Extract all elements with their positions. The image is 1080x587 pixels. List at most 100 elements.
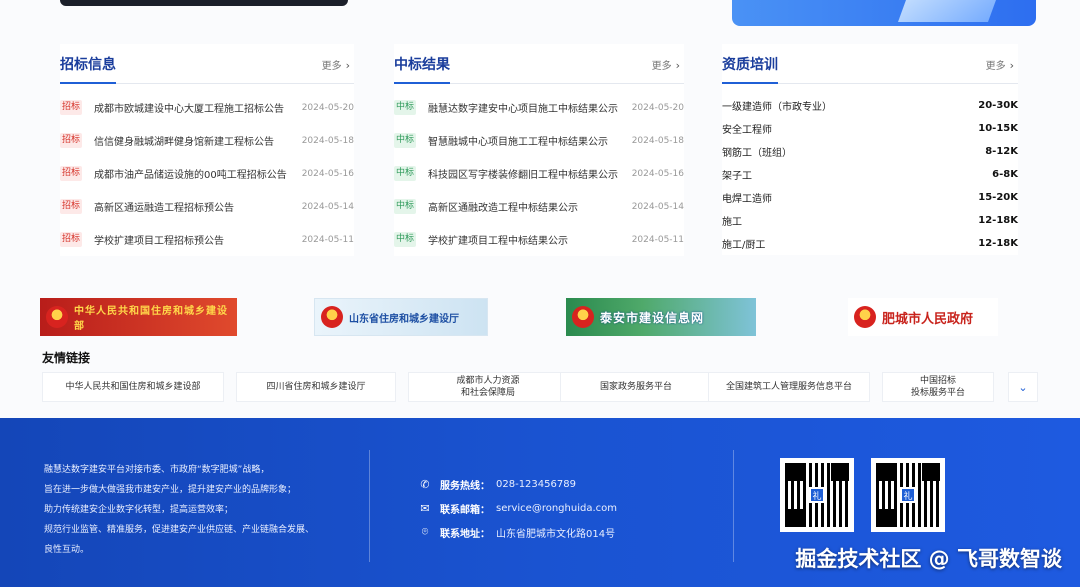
- address-value: 山东省肥城市文化路014号: [496, 528, 616, 540]
- bidding-header: 招标信息 更多 ›: [60, 44, 354, 84]
- qr-center-logo-icon: 礼: [900, 487, 916, 503]
- news-title[interactable]: 融慧达数字建安中心项目施工中标结果公示: [428, 100, 624, 115]
- news-row[interactable]: 招标 学校扩建项目工程招标预公告 2024-05-11: [60, 223, 354, 256]
- address-label: 联系地址：: [440, 528, 490, 540]
- chevron-right-icon: ›: [345, 59, 350, 72]
- job-salary: 12-18K: [978, 215, 1018, 226]
- job-salary: 20-30K: [978, 100, 1018, 111]
- news-title[interactable]: 高新区通运融造工程招标预公告: [94, 199, 294, 214]
- job-name: 电焊工造师: [722, 194, 772, 205]
- news-date: 2024-05-18: [301, 135, 354, 146]
- news-row[interactable]: 中标 智慧融城中心项目施工工程中标结果公示 2024-05-18: [394, 124, 684, 157]
- results-header: 中标结果 更多 ›: [394, 44, 684, 84]
- national-emblem-icon: [46, 306, 68, 328]
- news-row[interactable]: 中标 学校扩建项目工程中标结果公示 2024-05-11: [394, 223, 684, 256]
- top-dark-banner[interactable]: [60, 0, 348, 6]
- type-tag: 招标: [60, 133, 82, 148]
- training-panel: 资质培训 更多 › 一级建造师（市政专业） 20-30K 安全工程师 10-15K 钢筋工…: [722, 44, 1018, 255]
- news-title[interactable]: 高新区通融改造工程中标结果公示: [428, 199, 624, 214]
- friend-link[interactable]: 中华人民共和国住房和城乡建设部: [42, 372, 224, 402]
- partner-logo-strip: 中华人民共和国住房和城乡建设部 山东省住房和城乡建设厅 泰安市建设信息网 肥城市…: [40, 298, 1040, 338]
- logo-ministry-housing[interactable]: 中华人民共和国住房和城乡建设部: [40, 298, 237, 336]
- job-salary: 12-18K: [978, 238, 1018, 249]
- national-emblem-icon: [572, 306, 594, 328]
- news-row[interactable]: 招标 成都市欧城建设中心大厦工程施工招标公告 2024-05-20: [60, 91, 354, 124]
- footer-intro: 融慧达数字建安平台对接市委、市政府“数字肥城”战略， 旨在进一步做大做强我市建安产…: [44, 460, 344, 560]
- cube-graphic: [897, 0, 997, 22]
- footer-intro-line: 助力传统建安企业数字化转型，提高运营效率；: [44, 505, 234, 515]
- job-salary: 8-12K: [985, 146, 1018, 157]
- friend-link[interactable]: 成都市人力资源 和社会保障局: [408, 372, 568, 402]
- news-title[interactable]: 智慧融城中心项目施工工程中标结果公示: [428, 133, 624, 148]
- training-row[interactable]: 架子工 6-8K: [722, 163, 1018, 186]
- news-row[interactable]: 招标 信信健身融城湖畔健身馆新建工程标公告 2024-05-18: [60, 124, 354, 157]
- friend-link[interactable]: 全国建筑工人管理服务信息平台: [708, 372, 870, 402]
- friend-link[interactable]: 国家政务服务平台: [560, 372, 712, 402]
- job-name: 施工: [722, 217, 742, 228]
- type-tag: 中标: [394, 232, 416, 247]
- footer-intro-line: 融慧达数字建安平台对接市委、市政府“数字肥城”战略，: [44, 465, 270, 475]
- friend-links-expand-button[interactable]: ⌄: [1008, 372, 1038, 402]
- job-name: 钢筋工（班组）: [722, 148, 792, 159]
- training-more-link[interactable]: 更多 ›: [986, 57, 1014, 72]
- logo-ministry-housing-text: 中华人民共和国住房和城乡建设部: [74, 306, 228, 332]
- top-strip: [0, 0, 1080, 36]
- friend-link[interactable]: 中国招标 投标服务平台: [882, 372, 994, 402]
- friend-link[interactable]: 四川省住房和城乡建设厅: [236, 372, 396, 402]
- news-title[interactable]: 学校扩建项目工程中标结果公示: [428, 232, 624, 247]
- training-row[interactable]: 安全工程师 10-15K: [722, 117, 1018, 140]
- news-title[interactable]: 成都市油产品储运设施的00吨工程招标公告: [94, 166, 294, 181]
- training-row[interactable]: 电焊工造师 15-20K: [722, 186, 1018, 209]
- job-name: 安全工程师: [722, 125, 772, 136]
- top-promo-banner[interactable]: [732, 0, 1036, 26]
- news-row[interactable]: 招标 高新区通运融造工程招标预公告 2024-05-14: [60, 190, 354, 223]
- news-row[interactable]: 中标 融慧达数字建安中心项目施工中标结果公示 2024-05-20: [394, 91, 684, 124]
- news-row[interactable]: 中标 高新区通融改造工程中标结果公示 2024-05-14: [394, 190, 684, 223]
- news-date: 2024-05-14: [631, 201, 684, 212]
- news-title[interactable]: 成都市欧城建设中心大厦工程施工招标公告: [94, 100, 294, 115]
- watermark-text: 掘金技术社区 @ 飞哥数智谈: [795, 547, 1062, 571]
- training-row[interactable]: 一级建造师（市政专业） 20-30K: [722, 94, 1018, 117]
- phone-icon: ✆: [420, 477, 430, 491]
- news-date: 2024-05-16: [631, 168, 684, 179]
- logo-taian-construction[interactable]: 泰安市建设信息网: [566, 298, 756, 336]
- logo-shandong-housing[interactable]: 山东省住房和城乡建设厅: [314, 298, 488, 336]
- job-salary: 10-15K: [978, 123, 1018, 134]
- bidding-more-link[interactable]: 更多 ›: [322, 57, 350, 72]
- friend-links-title: 友情链接: [42, 351, 91, 365]
- more-label: 更多: [321, 61, 342, 72]
- news-row[interactable]: 中标 科技园区写字楼装修翻旧工程中标结果公示 2024-05-16: [394, 157, 684, 190]
- hotline-value[interactable]: 028-123456789: [496, 479, 576, 490]
- email-label: 联系邮箱：: [440, 504, 490, 516]
- mail-icon: ✉: [420, 501, 430, 515]
- news-title[interactable]: 学校扩建项目工程招标预公告: [94, 232, 294, 247]
- footer-address: ⌾ 联系地址： 山东省肥城市文化路014号: [418, 520, 617, 544]
- bidding-list: 招标 成都市欧城建设中心大厦工程施工招标公告 2024-05-20 招标 信信健身融城湖…: [60, 91, 354, 256]
- logo-taian-construction-text: 泰安市建设信息网: [600, 310, 705, 325]
- job-name: 一级建造师（市政专业）: [722, 102, 832, 113]
- footer-contact: ✆ 服务热线： 028-123456789 ✉ 联系邮箱： service@ro…: [418, 472, 617, 544]
- chevron-down-icon: ⌄: [1018, 380, 1028, 394]
- type-tag: 招标: [60, 199, 82, 214]
- type-tag: 中标: [394, 133, 416, 148]
- results-title: 中标结果: [394, 54, 450, 84]
- results-more-link[interactable]: 更多 ›: [652, 57, 680, 72]
- national-emblem-icon: [321, 306, 343, 328]
- job-name: 架子工: [722, 171, 752, 182]
- more-label: 更多: [985, 61, 1006, 72]
- training-header: 资质培训 更多 ›: [722, 44, 1018, 84]
- news-row[interactable]: 招标 成都市油产品储运设施的00吨工程招标公告 2024-05-16: [60, 157, 354, 190]
- location-pin-icon: ⌾: [421, 525, 429, 538]
- training-row[interactable]: 施工/厨工 12-18K: [722, 232, 1018, 255]
- news-title[interactable]: 信信健身融城湖畔健身馆新建工程标公告: [94, 133, 294, 148]
- news-date: 2024-05-18: [631, 135, 684, 146]
- training-row[interactable]: 钢筋工（班组） 8-12K: [722, 140, 1018, 163]
- site-footer: 融慧达数字建安平台对接市委、市政府“数字肥城”战略， 旨在进一步做大做强我市建安产…: [0, 418, 1080, 587]
- email-value[interactable]: service@ronghuida.com: [496, 503, 617, 514]
- logo-feicheng-government[interactable]: 肥城市人民政府: [848, 298, 998, 336]
- news-date: 2024-05-14: [301, 201, 354, 212]
- footer-hotline: ✆ 服务热线： 028-123456789: [418, 472, 617, 496]
- training-title: 资质培训: [722, 54, 778, 84]
- training-row[interactable]: 施工 12-18K: [722, 209, 1018, 232]
- news-title[interactable]: 科技园区写字楼装修翻旧工程中标结果公示: [428, 166, 624, 181]
